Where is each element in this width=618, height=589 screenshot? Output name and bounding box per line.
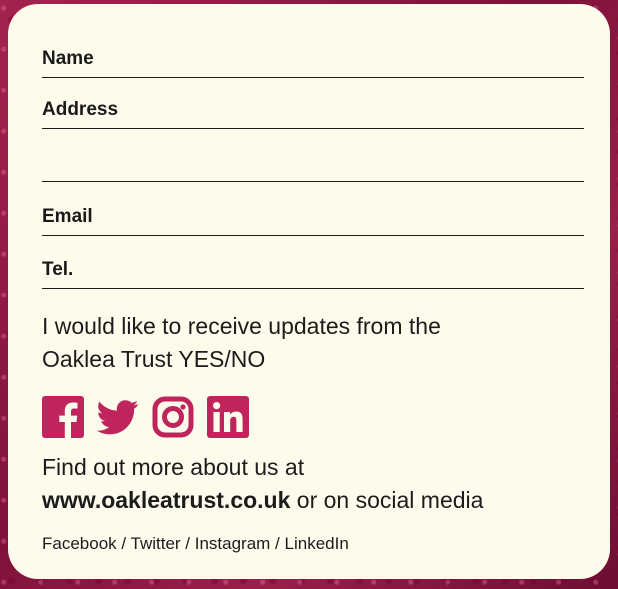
- website-link[interactable]: www.oakleatrust.co.uk: [42, 487, 290, 513]
- facebook-icon[interactable]: [42, 396, 84, 438]
- linkedin-icon[interactable]: [207, 396, 249, 438]
- name-field[interactable]: Name: [42, 48, 584, 78]
- social-channels-list: Facebook / Twitter / Instagram / LinkedI…: [42, 534, 349, 553]
- find-out-more-line: Find out more about us at: [42, 454, 305, 480]
- updates-consent-text: I would like to receive updates from the…: [42, 310, 582, 376]
- address-line-2-field[interactable]: [42, 156, 584, 182]
- updates-line-1: I would like to receive updates from the: [42, 313, 441, 339]
- email-field[interactable]: Email: [42, 206, 584, 236]
- form-card: Name Address Email Tel. I would like to …: [8, 4, 610, 579]
- name-label: Name: [42, 48, 94, 69]
- website-line: www.oakleatrust.co.uk or on social media: [42, 484, 602, 517]
- updates-line-2: Oaklea Trust YES/NO: [42, 346, 266, 372]
- instagram-icon[interactable]: [152, 396, 194, 438]
- social-icons: [42, 396, 249, 438]
- address-field[interactable]: Address: [42, 99, 584, 129]
- address-label: Address: [42, 99, 119, 120]
- find-out-more-text: Find out more about us at www.oakleatrus…: [42, 451, 602, 517]
- tel-label: Tel.: [42, 259, 74, 280]
- social-media-suffix: or on social media: [296, 487, 484, 513]
- email-label: Email: [42, 206, 93, 227]
- twitter-icon[interactable]: [97, 396, 139, 438]
- tel-field[interactable]: Tel.: [42, 259, 584, 289]
